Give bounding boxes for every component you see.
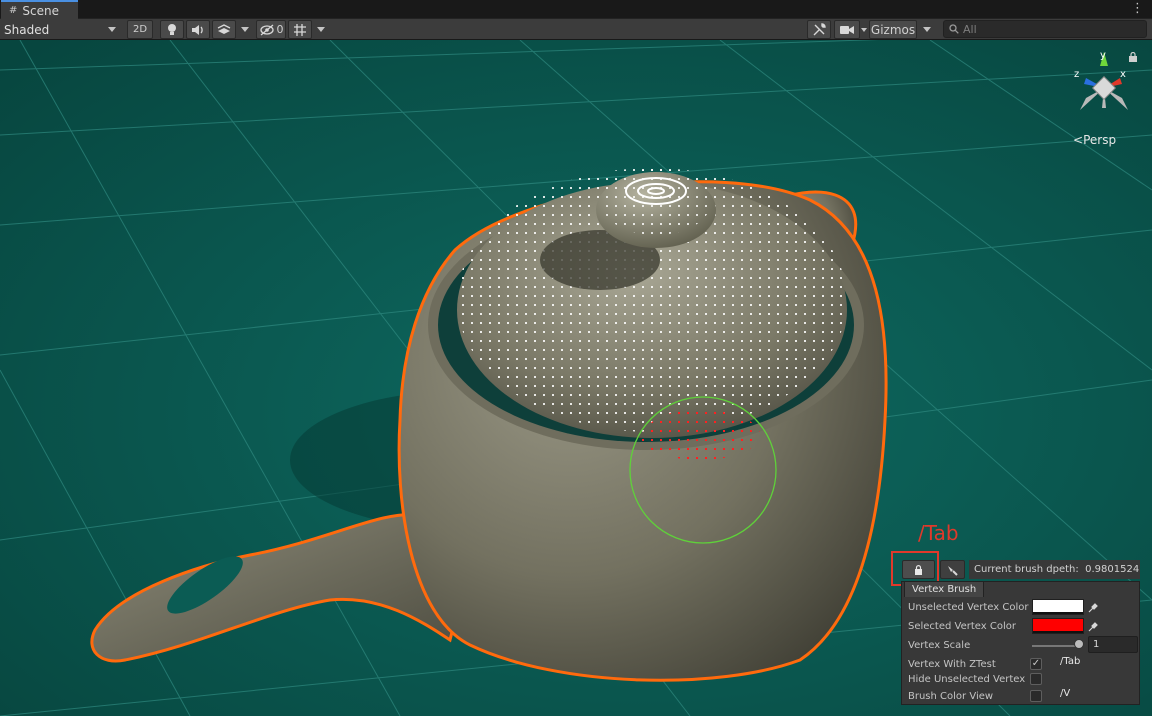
depth-label: Current brush dpeth: (974, 564, 1079, 575)
chevron-down-icon (861, 27, 867, 32)
lock-brush-button[interactable] (902, 560, 935, 579)
effects-dropdown[interactable] (237, 20, 253, 39)
camera-icon (840, 25, 854, 34)
persp-chevron-icon: < (1073, 133, 1084, 147)
grid-toggle-button[interactable] (288, 20, 312, 39)
axis-y-label: y (1100, 50, 1106, 61)
projection-text: Persp (1083, 133, 1117, 147)
scene-toolbar: Shaded 2D 0 Gizmos All (0, 19, 1152, 40)
chevron-down-icon (317, 27, 325, 32)
vertex-scale-label: Vertex Scale (908, 639, 971, 651)
chevron-down-icon (923, 27, 931, 32)
brush-color-view-label: Brush Color View (908, 690, 994, 702)
vertex-scale-slider[interactable] (1032, 645, 1078, 647)
axis-x-label: x (1120, 69, 1126, 80)
ztest-shortcut: /Tab (1060, 656, 1081, 667)
tab-scene-label: Scene (22, 3, 59, 18)
lock-icon[interactable] (1128, 52, 1138, 62)
effects-icon (217, 23, 231, 34)
chevron-down-icon (241, 27, 249, 32)
selected-color-swatch[interactable] (1032, 618, 1084, 634)
effects-toggle-button[interactable] (212, 20, 236, 39)
lighting-toggle-button[interactable] (160, 20, 184, 39)
unselected-color-swatch[interactable] (1032, 599, 1084, 615)
camera-settings-button[interactable] (834, 20, 860, 39)
depth-value: 0.9801524 (1085, 564, 1140, 575)
tab-scene[interactable]: # Scene (1, 0, 78, 19)
scene-viewport[interactable]: y z x <Persp /Tab Current brush dpeth: 0… (0, 40, 1152, 716)
brush-mode-button[interactable] (940, 560, 965, 579)
vertex-scale-thumb[interactable] (1074, 639, 1084, 649)
hidden-count: 0 (276, 23, 284, 36)
hide-unselected-label: Hide Unselected Vertex (908, 673, 1026, 685)
chevron-down-icon (108, 27, 116, 32)
grid-dropdown[interactable] (313, 20, 329, 39)
unselected-color-label: Unselected Vertex Color (908, 601, 1029, 613)
projection-label[interactable]: <Persp (1073, 133, 1116, 147)
shading-mode-dropdown[interactable]: Shaded (0, 20, 122, 39)
color-view-shortcut: /V (1060, 688, 1071, 699)
eyedropper-icon[interactable] (1086, 600, 1100, 614)
checkmark-icon: ✓ (1031, 658, 1041, 669)
audio-toggle-button[interactable] (186, 20, 210, 39)
tab-strip: # Scene ⋮ (0, 0, 1152, 19)
grid-toggle-icon (294, 23, 306, 36)
gizmos-dropdown[interactable] (918, 20, 936, 39)
more-icon[interactable]: ⋮ (1131, 1, 1144, 17)
camera-dropdown[interactable] (860, 20, 868, 39)
gizmos-label: Gizmos (870, 22, 916, 37)
tools-icon (813, 22, 826, 35)
brush-icon (947, 565, 958, 576)
panel-title: Vertex Brush (912, 584, 977, 595)
hidden-objects-toggle[interactable]: 0 (256, 20, 286, 39)
light-icon (168, 23, 176, 35)
axis-z-label: z (1074, 69, 1079, 80)
vertex-brush-tab[interactable]: Vertex Brush (904, 581, 984, 597)
lock-icon (915, 564, 922, 575)
visibility-icon (259, 24, 274, 35)
shading-mode-label: Shaded (4, 22, 50, 37)
audio-icon (192, 24, 203, 35)
2d-toggle-label: 2D (132, 24, 148, 35)
scene-search[interactable] (943, 20, 1147, 38)
vertex-brush-panel: Vertex Brush Unselected Vertex Color Sel… (901, 581, 1140, 705)
brush-depth-readout: Current brush dpeth: 0.9801524 (969, 560, 1140, 579)
ztest-label: Vertex With ZTest (908, 658, 996, 670)
search-icon (949, 24, 959, 34)
vertex-scale-field[interactable]: 1 (1088, 636, 1138, 653)
grid-icon: # (9, 5, 18, 16)
eyedropper-icon[interactable] (1086, 619, 1100, 633)
gizmos-button[interactable]: Gizmos (869, 20, 917, 39)
search-input[interactable] (963, 22, 1143, 36)
selected-color-label: Selected Vertex Color (908, 620, 1016, 632)
tools-button[interactable] (807, 20, 831, 39)
annotation-text: /Tab (918, 521, 959, 545)
ztest-checkbox[interactable]: ✓ (1030, 658, 1042, 670)
brush-color-view-checkbox[interactable] (1030, 690, 1042, 702)
hide-unselected-checkbox[interactable] (1030, 673, 1042, 685)
2d-toggle-button[interactable]: 2D (127, 20, 153, 39)
brush-toolbar: Current brush dpeth: 0.9801524 (897, 558, 1144, 580)
